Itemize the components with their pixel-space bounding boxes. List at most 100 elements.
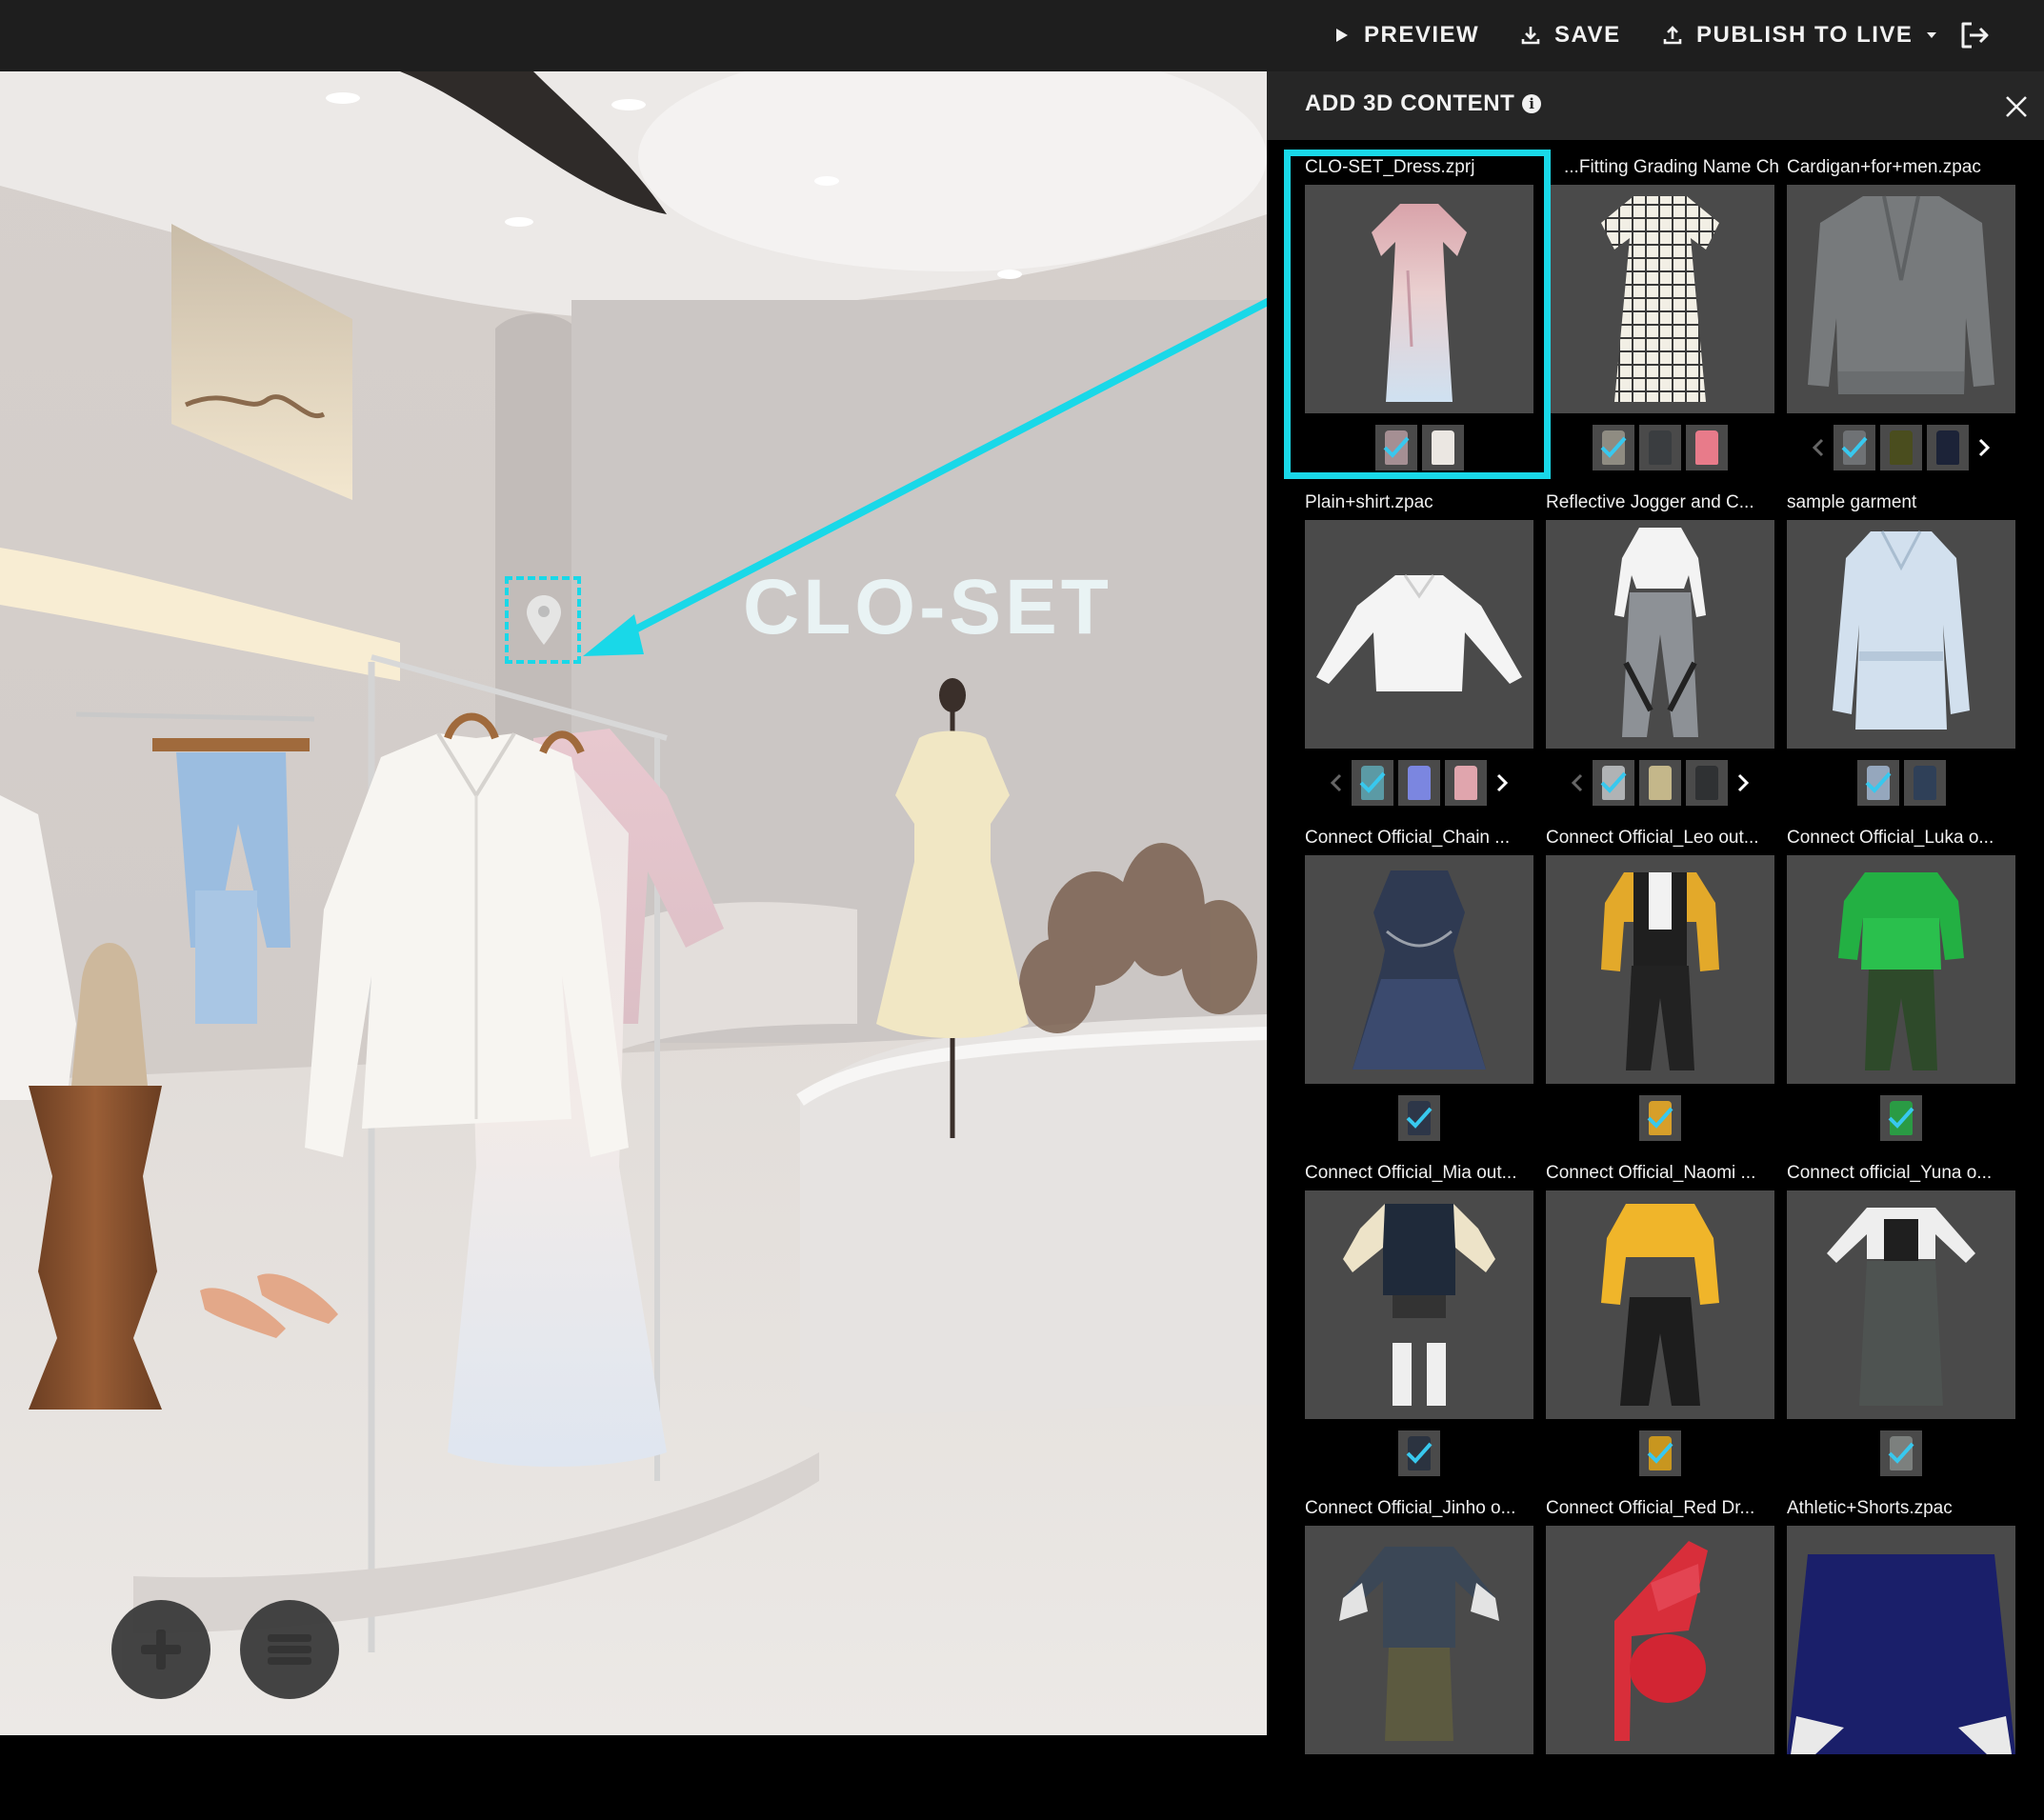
garment-card[interactable]: Connect Official_Red Dr... xyxy=(1546,1496,1774,1820)
chevron-left-icon xyxy=(1812,438,1824,457)
save-label: SAVE xyxy=(1554,22,1621,48)
colorway-swatch[interactable] xyxy=(1639,1430,1681,1476)
garment-card[interactable]: Connect Official_Naomi ... xyxy=(1546,1161,1774,1485)
preview-label: PREVIEW xyxy=(1364,22,1480,48)
garment-card[interactable]: Athletic+Shorts.zpac xyxy=(1787,1496,2015,1820)
preview-button[interactable]: PREVIEW xyxy=(1333,11,1479,59)
garment-title: Connect Official_Chain ... xyxy=(1305,828,1511,848)
colorway-swatch[interactable] xyxy=(1374,425,1417,470)
garment-title: Connect Official_Leo out... xyxy=(1546,828,1759,848)
menu-icon xyxy=(268,1634,311,1665)
garment-thumbnail[interactable] xyxy=(1787,185,2015,413)
colorway-swatch[interactable] xyxy=(1352,760,1393,806)
swatch-prev-arrow[interactable] xyxy=(1326,769,1347,797)
colorway-swatch[interactable] xyxy=(1856,760,1899,806)
logout-icon xyxy=(1961,22,1989,49)
panel-title: ADD 3D CONTENT xyxy=(1305,90,1515,116)
swatch-next-arrow[interactable] xyxy=(1974,433,1994,462)
check-icon xyxy=(1383,436,1409,458)
check-icon xyxy=(1888,1107,1914,1129)
check-icon xyxy=(1406,1442,1433,1464)
garment-card[interactable]: CLO-SET_Dress.zprj xyxy=(1305,155,1533,479)
garment-thumbnail[interactable] xyxy=(1305,520,1533,749)
garment-card[interactable]: Connect Official_Mia out... xyxy=(1305,1161,1533,1485)
garment-title: Connect Official_Red Dr... xyxy=(1546,1498,1755,1518)
colorway-swatches xyxy=(1305,1430,1533,1477)
garment-title: Reflective Jogger and C... xyxy=(1546,492,1754,512)
garment-title: Plain+shirt.zpac xyxy=(1305,492,1433,512)
garment-thumbnail[interactable] xyxy=(1787,855,2015,1084)
garment-thumbnail[interactable] xyxy=(1305,185,1533,413)
colorway-swatch[interactable] xyxy=(1398,1430,1440,1476)
colorway-swatches xyxy=(1546,1094,1774,1142)
info-icon[interactable]: i xyxy=(1522,94,1542,113)
garment-thumbnail[interactable] xyxy=(1787,520,2015,749)
colorway-swatch[interactable] xyxy=(1927,425,1969,470)
colorway-swatch[interactable] xyxy=(1903,760,1946,806)
colorway-swatch[interactable] xyxy=(1398,760,1440,806)
garment-thumbnail[interactable] xyxy=(1305,1526,1533,1754)
exit-button[interactable] xyxy=(1958,11,1991,59)
garment-card[interactable]: Connect Official_Chain ... xyxy=(1305,826,1533,1150)
garment-thumbnail[interactable] xyxy=(1546,185,1774,413)
check-icon xyxy=(1406,1107,1433,1129)
garment-card[interactable]: Connect Official_Jinho o... xyxy=(1305,1496,1533,1820)
plus-icon xyxy=(141,1630,181,1670)
garment-card[interactable]: sample garment xyxy=(1787,490,2015,814)
colorway-swatches xyxy=(1305,759,1533,807)
location-pin-icon xyxy=(527,595,561,645)
colorway-swatch[interactable] xyxy=(1421,425,1464,470)
garment-thumbnail[interactable] xyxy=(1787,1526,2015,1754)
save-button[interactable]: SAVE xyxy=(1520,11,1621,59)
hotspot-marker[interactable] xyxy=(505,576,581,664)
garment-thumbnail[interactable] xyxy=(1546,1190,1774,1419)
colorway-swatch[interactable] xyxy=(1834,425,1875,470)
store-3d-viewport[interactable]: CLO-SET xyxy=(0,71,1267,1735)
garment-card[interactable]: Connect Official_Leo out... xyxy=(1546,826,1774,1150)
top-toolbar: PREVIEW SAVE PUBLISH TO LIVE xyxy=(0,0,2044,71)
colorway-swatch[interactable] xyxy=(1639,1095,1681,1141)
colorway-swatch[interactable] xyxy=(1639,425,1681,470)
check-icon xyxy=(1647,1107,1673,1129)
garment-title: Connect Official_Naomi ... xyxy=(1546,1163,1756,1183)
check-icon xyxy=(1359,771,1386,793)
colorway-swatch[interactable] xyxy=(1686,425,1728,470)
garment-card[interactable]: Fitting Grading Name Ch... xyxy=(1546,155,1779,479)
swatch-next-arrow[interactable] xyxy=(1733,769,1753,797)
swatch-next-arrow[interactable] xyxy=(1492,769,1513,797)
garment-thumbnail[interactable] xyxy=(1546,855,1774,1084)
colorway-swatch[interactable] xyxy=(1880,1430,1922,1476)
swatch-prev-arrow[interactable] xyxy=(1567,769,1588,797)
garment-thumbnail[interactable] xyxy=(1546,1526,1774,1754)
colorway-swatch[interactable] xyxy=(1445,760,1487,806)
colorway-swatch[interactable] xyxy=(1398,1095,1440,1141)
garment-card[interactable]: Connect Official_Luka o... xyxy=(1787,826,2015,1150)
chevron-left-icon xyxy=(1330,773,1342,792)
garment-thumbnail[interactable] xyxy=(1305,1190,1533,1419)
garment-thumbnail[interactable] xyxy=(1305,855,1533,1084)
colorway-swatches xyxy=(1546,759,1774,807)
colorway-swatch[interactable] xyxy=(1880,1095,1922,1141)
colorway-swatch[interactable] xyxy=(1593,760,1634,806)
caret-down-icon xyxy=(1927,32,1937,38)
publish-to-live-button[interactable]: PUBLISH TO LIVE xyxy=(1662,11,1937,59)
colorway-swatch[interactable] xyxy=(1880,425,1922,470)
swatch-prev-arrow[interactable] xyxy=(1808,433,1829,462)
menu-button[interactable] xyxy=(240,1600,339,1699)
colorway-swatch[interactable] xyxy=(1686,760,1728,806)
garment-card[interactable]: Cardigan+for+men.zpac xyxy=(1787,155,2015,479)
close-icon[interactable] xyxy=(2004,94,2029,119)
garment-card[interactable]: Connect official_Yuna o... xyxy=(1787,1161,2015,1485)
garment-thumbnail[interactable] xyxy=(1546,520,1774,749)
garment-title: CLO-SET_Dress.zprj xyxy=(1305,157,1475,177)
colorway-swatch[interactable] xyxy=(1593,425,1634,470)
garment-card[interactable]: Reflective Jogger and C... xyxy=(1546,490,1774,814)
colorway-swatches xyxy=(1305,424,1533,471)
colorway-swatch[interactable] xyxy=(1639,760,1681,806)
add-3d-content-panel: ADD 3D CONTENT i CLO-SET_Dress.zprj Fitt… xyxy=(1267,71,2044,1754)
garment-thumbnail[interactable] xyxy=(1787,1190,2015,1419)
garment-card[interactable]: Plain+shirt.zpac xyxy=(1305,490,1533,814)
add-button[interactable] xyxy=(111,1600,210,1699)
panel-header: ADD 3D CONTENT i xyxy=(1267,71,2044,140)
garment-title: Cardigan+for+men.zpac xyxy=(1787,157,1981,177)
